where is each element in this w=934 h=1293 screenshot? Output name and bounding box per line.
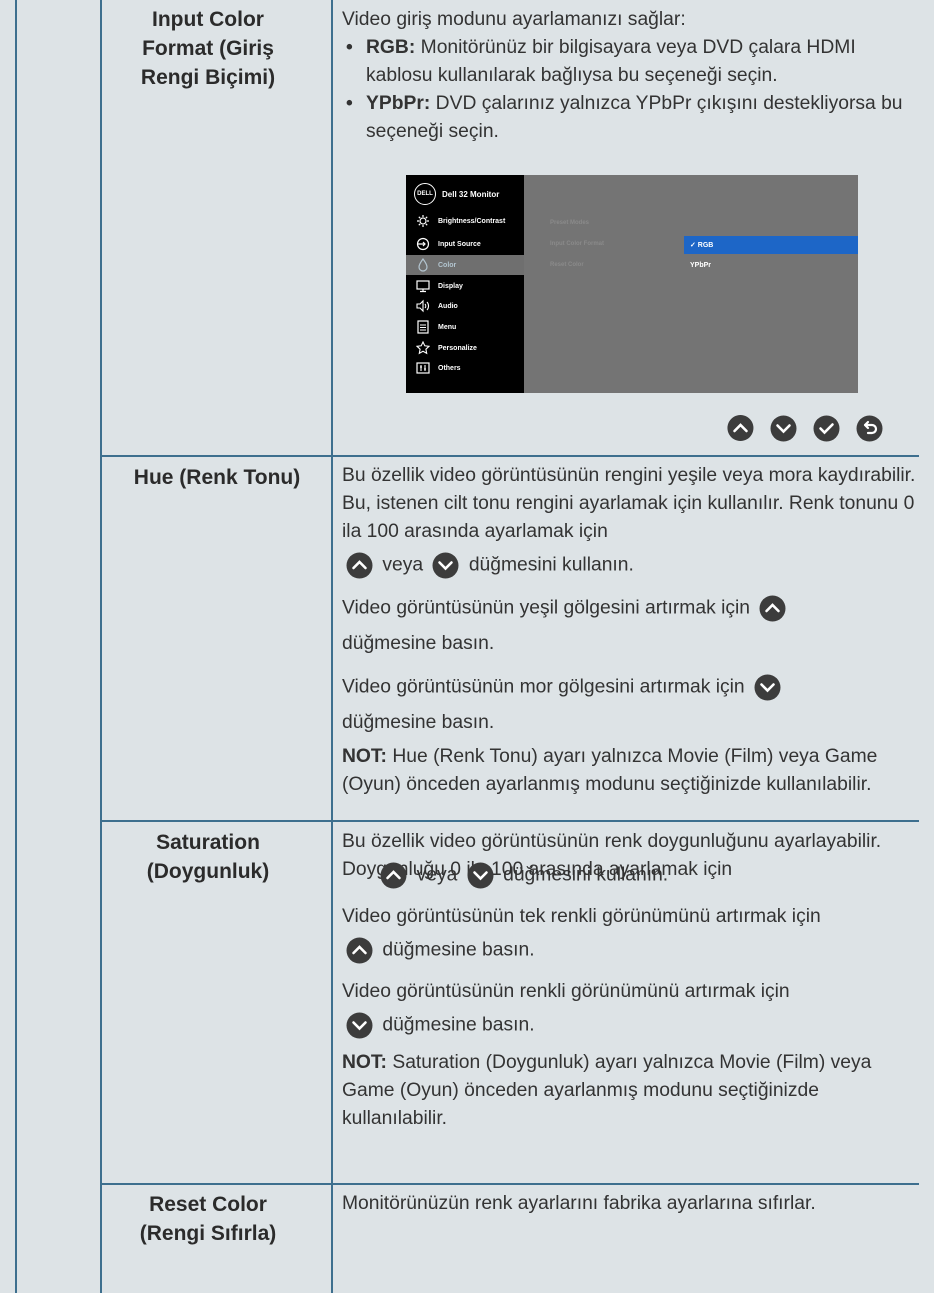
osd-submenu-reset-color: Reset Color: [550, 262, 584, 268]
osd-option-ypbpr: YPbPr: [690, 261, 712, 269]
dell-logo: DELL: [414, 183, 436, 205]
osd-item-label: Personalize: [438, 344, 477, 352]
osd-item-label: Display: [438, 282, 463, 290]
row-divider: [100, 455, 919, 457]
osd-item-label: Menu: [438, 323, 457, 331]
saturation-paragraph-3b: düğmesine basın.: [342, 1010, 922, 1041]
saturation-paragraph-2: Video görüntüsünün tek renkli görünümünü…: [342, 903, 922, 931]
text: düğmesini kullanın.: [468, 554, 634, 576]
row-label-input-color-format: Input Color Format (Giriş Rengi Biçimi): [140, 8, 276, 89]
row-desc-input-color-format: Video giriş modunu ayarlamanızı sağlar: …: [342, 6, 922, 146]
hue-paragraph-1-buttons: veya düğmesini kullanın.: [342, 550, 922, 581]
row-desc-reset-color: Monitörünüzün renk ayarlarını fabrika ay…: [342, 1190, 922, 1218]
up-button-icon: [344, 550, 375, 581]
text: Video görüntüsünün renkli görünümünü art…: [342, 981, 790, 1002]
hue-paragraph-2: Video görüntüsünün yeşil gölgesini artır…: [342, 593, 922, 624]
osd-item-label: Brightness/Contrast: [438, 217, 506, 225]
text: düğmesine basın.: [342, 633, 495, 654]
row-label-saturation: Saturation (Doygunluk): [146, 831, 270, 883]
osd-item-label: Audio: [438, 302, 458, 310]
row-divider: [100, 1183, 919, 1185]
down-button-icon: [752, 672, 783, 703]
check-button-icon: [811, 413, 842, 444]
hue-paragraph-2b: düğmesine basın.: [342, 630, 922, 658]
brightness-icon: [416, 214, 430, 228]
star-icon: [416, 341, 430, 355]
color-icon: [416, 258, 430, 272]
hue-paragraph-3b: düğmesine basın.: [342, 709, 922, 737]
osd-item-menu: Menu: [406, 317, 524, 337]
text: düğmesine basın.: [342, 712, 495, 733]
bullet-rgb: RGB: Monitörünüz bir bilgisayara veya DV…: [342, 34, 922, 90]
osd-submenu-preset-modes: Preset Modes: [550, 220, 590, 226]
up-button-icon: [725, 413, 756, 444]
row-label-hue: Hue (Renk Tonu): [133, 466, 301, 489]
row-label-reset-color: Reset Color (Rengi Sıfırla): [139, 1193, 277, 1245]
table-col-divider-1: [100, 0, 102, 1293]
up-button-icon: [757, 593, 788, 624]
note-label: NOT:: [342, 746, 387, 767]
up-button-icon: [344, 935, 375, 966]
text: düğmesini kullanın.: [503, 864, 669, 886]
text: Video görüntüsünün mor gölgesini artırma…: [342, 676, 745, 698]
down-button-icon: [465, 860, 496, 891]
row-divider: [100, 820, 919, 822]
text: Bu özellik video görüntüsünün rengini ye…: [342, 465, 916, 542]
bullet-term: RGB:: [366, 37, 416, 58]
note-text: Saturation (Doygunluk) ayarı yalnızca Mo…: [342, 1052, 872, 1129]
osd-title: Dell 32 Monitor: [442, 189, 500, 199]
osd-item-display: Display: [406, 276, 524, 296]
osd-header: DELL Dell 32 Monitor: [414, 183, 499, 205]
others-icon: [416, 361, 430, 375]
osd-item-label: Others: [438, 364, 461, 372]
reset-color-text: Monitörünüzün renk ayarlarını fabrika ay…: [342, 1193, 816, 1214]
display-icon: [416, 279, 430, 293]
text: Video görüntüsünün yeşil gölgesini artır…: [342, 597, 750, 619]
bullet-term: YPbPr:: [366, 93, 431, 114]
back-button-icon: [854, 413, 885, 444]
osd-option-rgb: ✓ RGB: [684, 236, 858, 254]
input-source-icon: [416, 237, 430, 251]
text: düğmesine basın.: [382, 1014, 535, 1036]
text: düğmesine basın.: [382, 939, 535, 961]
osd-item-label: Input Source: [438, 240, 481, 248]
osd-item-personalize: Personalize: [406, 338, 524, 358]
osd-item-audio: Audio: [406, 296, 524, 316]
row-desc-hue: Bu özellik video görüntüsünün rengini ye…: [342, 462, 922, 799]
text: Video görüntüsünün tek renkli görünümünü…: [342, 906, 821, 927]
text: veya: [382, 554, 424, 576]
saturation-paragraph-2b: düğmesine basın.: [342, 935, 922, 966]
down-button-icon: [430, 550, 461, 581]
hue-paragraph-3: Video görüntüsünün mor gölgesini artırma…: [342, 672, 922, 703]
audio-icon: [416, 299, 430, 313]
bullet-text: DVD çalarınız yalnızca YPbPr çıkışını de…: [366, 93, 903, 142]
down-button-icon: [768, 413, 799, 444]
saturation-paragraph-1-buttons: için veya düğmesini kullanın.: [342, 860, 922, 891]
bullet-ypbpr: YPbPr: DVD çalarınız yalnızca YPbPr çıkı…: [342, 90, 922, 146]
osd-item-input-source: Input Source: [406, 234, 524, 254]
table-left-border: [15, 0, 17, 1293]
hue-note: NOT: Hue (Renk Tonu) ayarı yalnızca Movi…: [342, 743, 922, 799]
hue-paragraph-1: Bu özellik video görüntüsünün rengini ye…: [342, 462, 922, 546]
menu-icon: [416, 320, 430, 334]
osd-menu-screenshot: DELL Dell 32 Monitor Brightness/Contrast…: [406, 175, 858, 393]
osd-sidebar: DELL Dell 32 Monitor Brightness/Contrast…: [406, 175, 524, 393]
intro-text: Video giriş modunu ayarlamanızı sağlar:: [342, 9, 686, 30]
osd-item-label: Color: [438, 261, 457, 269]
bullet-text: Monitörünüz bir bilgisayara veya DVD çal…: [366, 37, 856, 86]
up-button-icon: [378, 860, 409, 891]
down-button-icon: [344, 1010, 375, 1041]
table-col-divider-2: [331, 0, 333, 1293]
osd-item-color: Color: [406, 255, 524, 275]
note-text: Hue (Renk Tonu) ayarı yalnızca Movie (Fi…: [342, 746, 878, 795]
saturation-paragraph-3: Video görüntüsünün renkli görünümünü art…: [342, 978, 922, 1006]
note-label: NOT:: [342, 1052, 387, 1073]
osd-submenu-input-color-format: Input Color Format: [550, 241, 604, 247]
saturation-note: NOT: Saturation (Doygunluk) ayarı yalnız…: [342, 1049, 922, 1133]
osd-item-brightness: Brightness/Contrast: [406, 211, 524, 231]
osd-item-others: Others: [406, 358, 524, 378]
text: veya: [416, 864, 458, 886]
row-desc-saturation: Bu özellik video görüntüsünün renk doygu…: [342, 828, 922, 1133]
osd-nav-buttons: [723, 413, 887, 444]
